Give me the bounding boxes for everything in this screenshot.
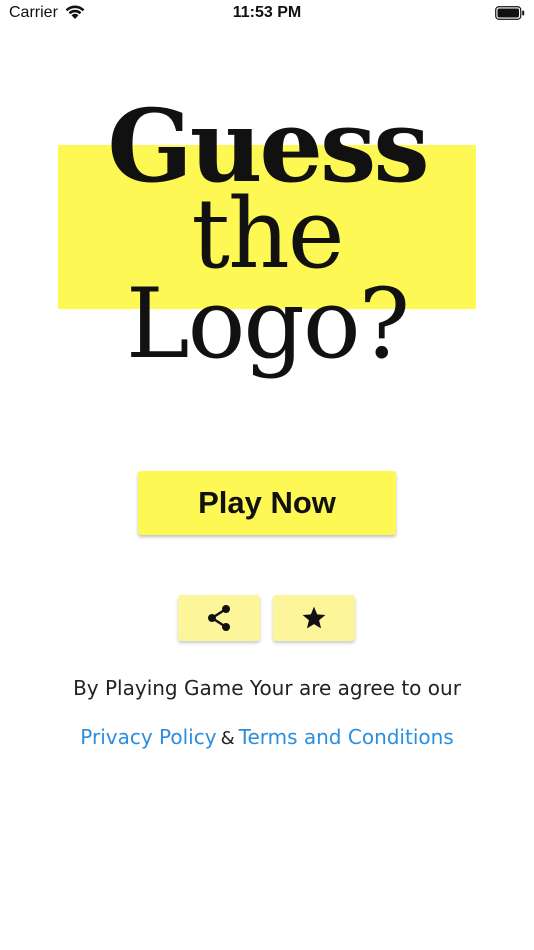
title-logo: Guess the Logo?: [58, 88, 476, 388]
terms-link[interactable]: Terms and Conditions: [239, 725, 454, 749]
privacy-policy-link[interactable]: Privacy Policy: [80, 725, 216, 749]
agreement-text: By Playing Game Your are agree to our: [73, 676, 461, 700]
status-time: 11:53 PM: [232, 4, 302, 21]
star-icon: [301, 605, 327, 631]
battery-icon: [495, 6, 525, 20]
play-now-button[interactable]: Play Now: [138, 471, 396, 535]
ampersand-text: &: [220, 728, 235, 749]
share-icon: [206, 604, 232, 632]
share-button[interactable]: [178, 595, 260, 641]
status-bar: Carrier 11:53 PM: [0, 0, 534, 28]
legal-links: Privacy Policy & Terms and Conditions: [0, 725, 534, 749]
title-line-logo: Logo?: [125, 268, 410, 380]
rate-button[interactable]: [273, 595, 355, 641]
